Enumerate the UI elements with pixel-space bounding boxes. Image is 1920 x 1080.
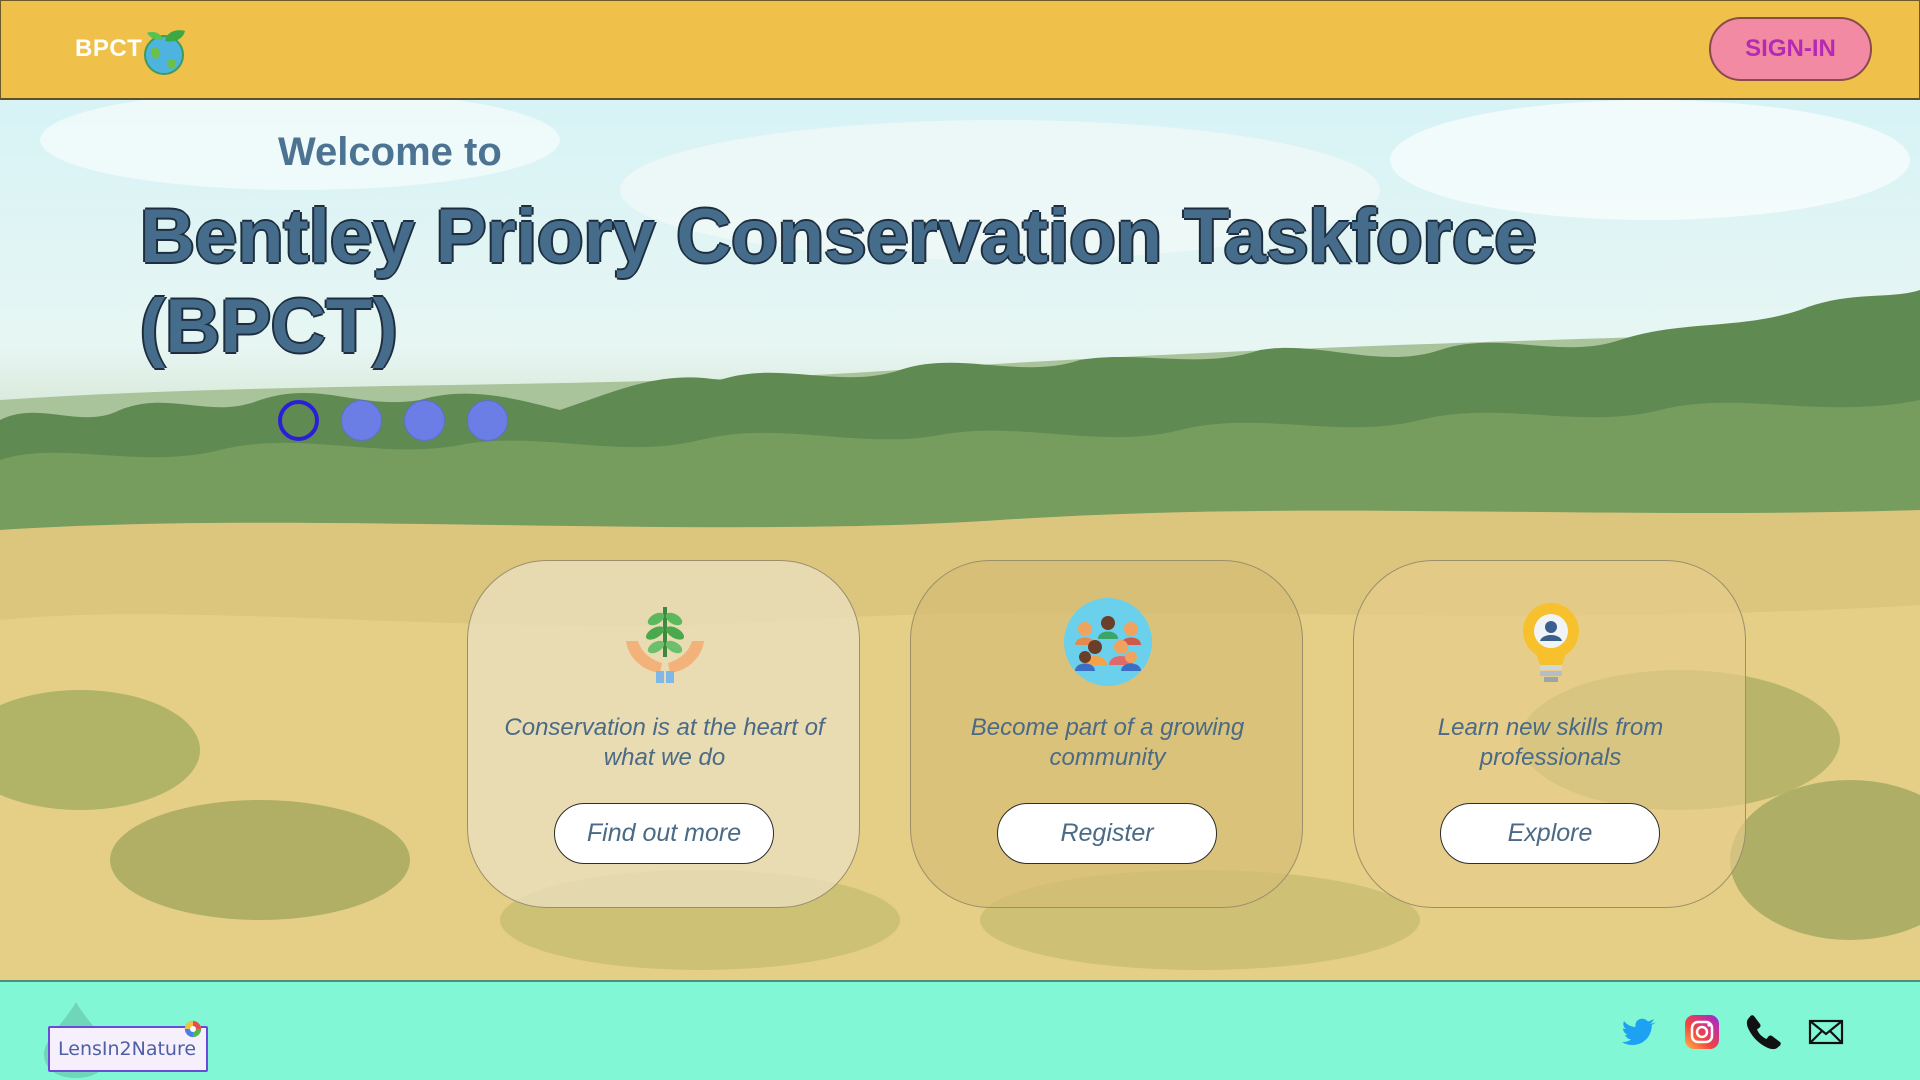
carousel-dot-3[interactable]	[404, 400, 445, 441]
card-description: Become part of a growing community	[970, 714, 1245, 771]
lightbulb-person-icon	[1523, 603, 1579, 682]
hands-plant-icon	[626, 607, 704, 683]
email-icon[interactable]	[1808, 1014, 1844, 1050]
carousel-dot-1[interactable]	[278, 400, 319, 441]
color-wheel-icon	[184, 1020, 202, 1038]
logo-text: BPCT	[75, 35, 143, 62]
card-description: Conservation is at the heart of what we …	[504, 714, 825, 771]
community-group-icon	[1064, 598, 1152, 686]
globe-leaf-icon	[144, 30, 185, 75]
page-title: Bentley Priory Conservation Taskforce (B…	[140, 194, 1537, 369]
site-footer: LensIn2Nature	[0, 980, 1920, 1080]
hero-section: Welcome to Bentley Priory Conservation T…	[0, 100, 1920, 980]
carousel-indicators	[278, 400, 508, 441]
site-logo[interactable]: BPCT	[73, 23, 203, 79]
phone-icon[interactable]	[1746, 1014, 1782, 1050]
card-community: Become part of a growing community Regis…	[910, 560, 1303, 908]
register-button[interactable]: Register	[997, 803, 1217, 864]
welcome-text: Welcome to	[278, 130, 502, 174]
site-header: BPCT SIGN-IN	[0, 0, 1920, 100]
card-description: Learn new skills from professionals	[1437, 714, 1664, 771]
carousel-dot-4[interactable]	[467, 400, 508, 441]
find-out-more-button[interactable]: Find out more	[554, 803, 774, 864]
carousel-dot-2[interactable]	[341, 400, 382, 441]
card-conservation: Conservation is at the heart of what we …	[467, 560, 860, 908]
instagram-icon[interactable]	[1684, 1014, 1720, 1050]
sign-in-button[interactable]: SIGN-IN	[1709, 17, 1872, 81]
explore-button[interactable]: Explore	[1440, 803, 1660, 864]
twitter-icon[interactable]	[1622, 1014, 1658, 1050]
lensin2nature-logo[interactable]: LensIn2Nature	[36, 990, 216, 1078]
card-skills: Learn new skills from professionals Expl…	[1353, 560, 1746, 908]
